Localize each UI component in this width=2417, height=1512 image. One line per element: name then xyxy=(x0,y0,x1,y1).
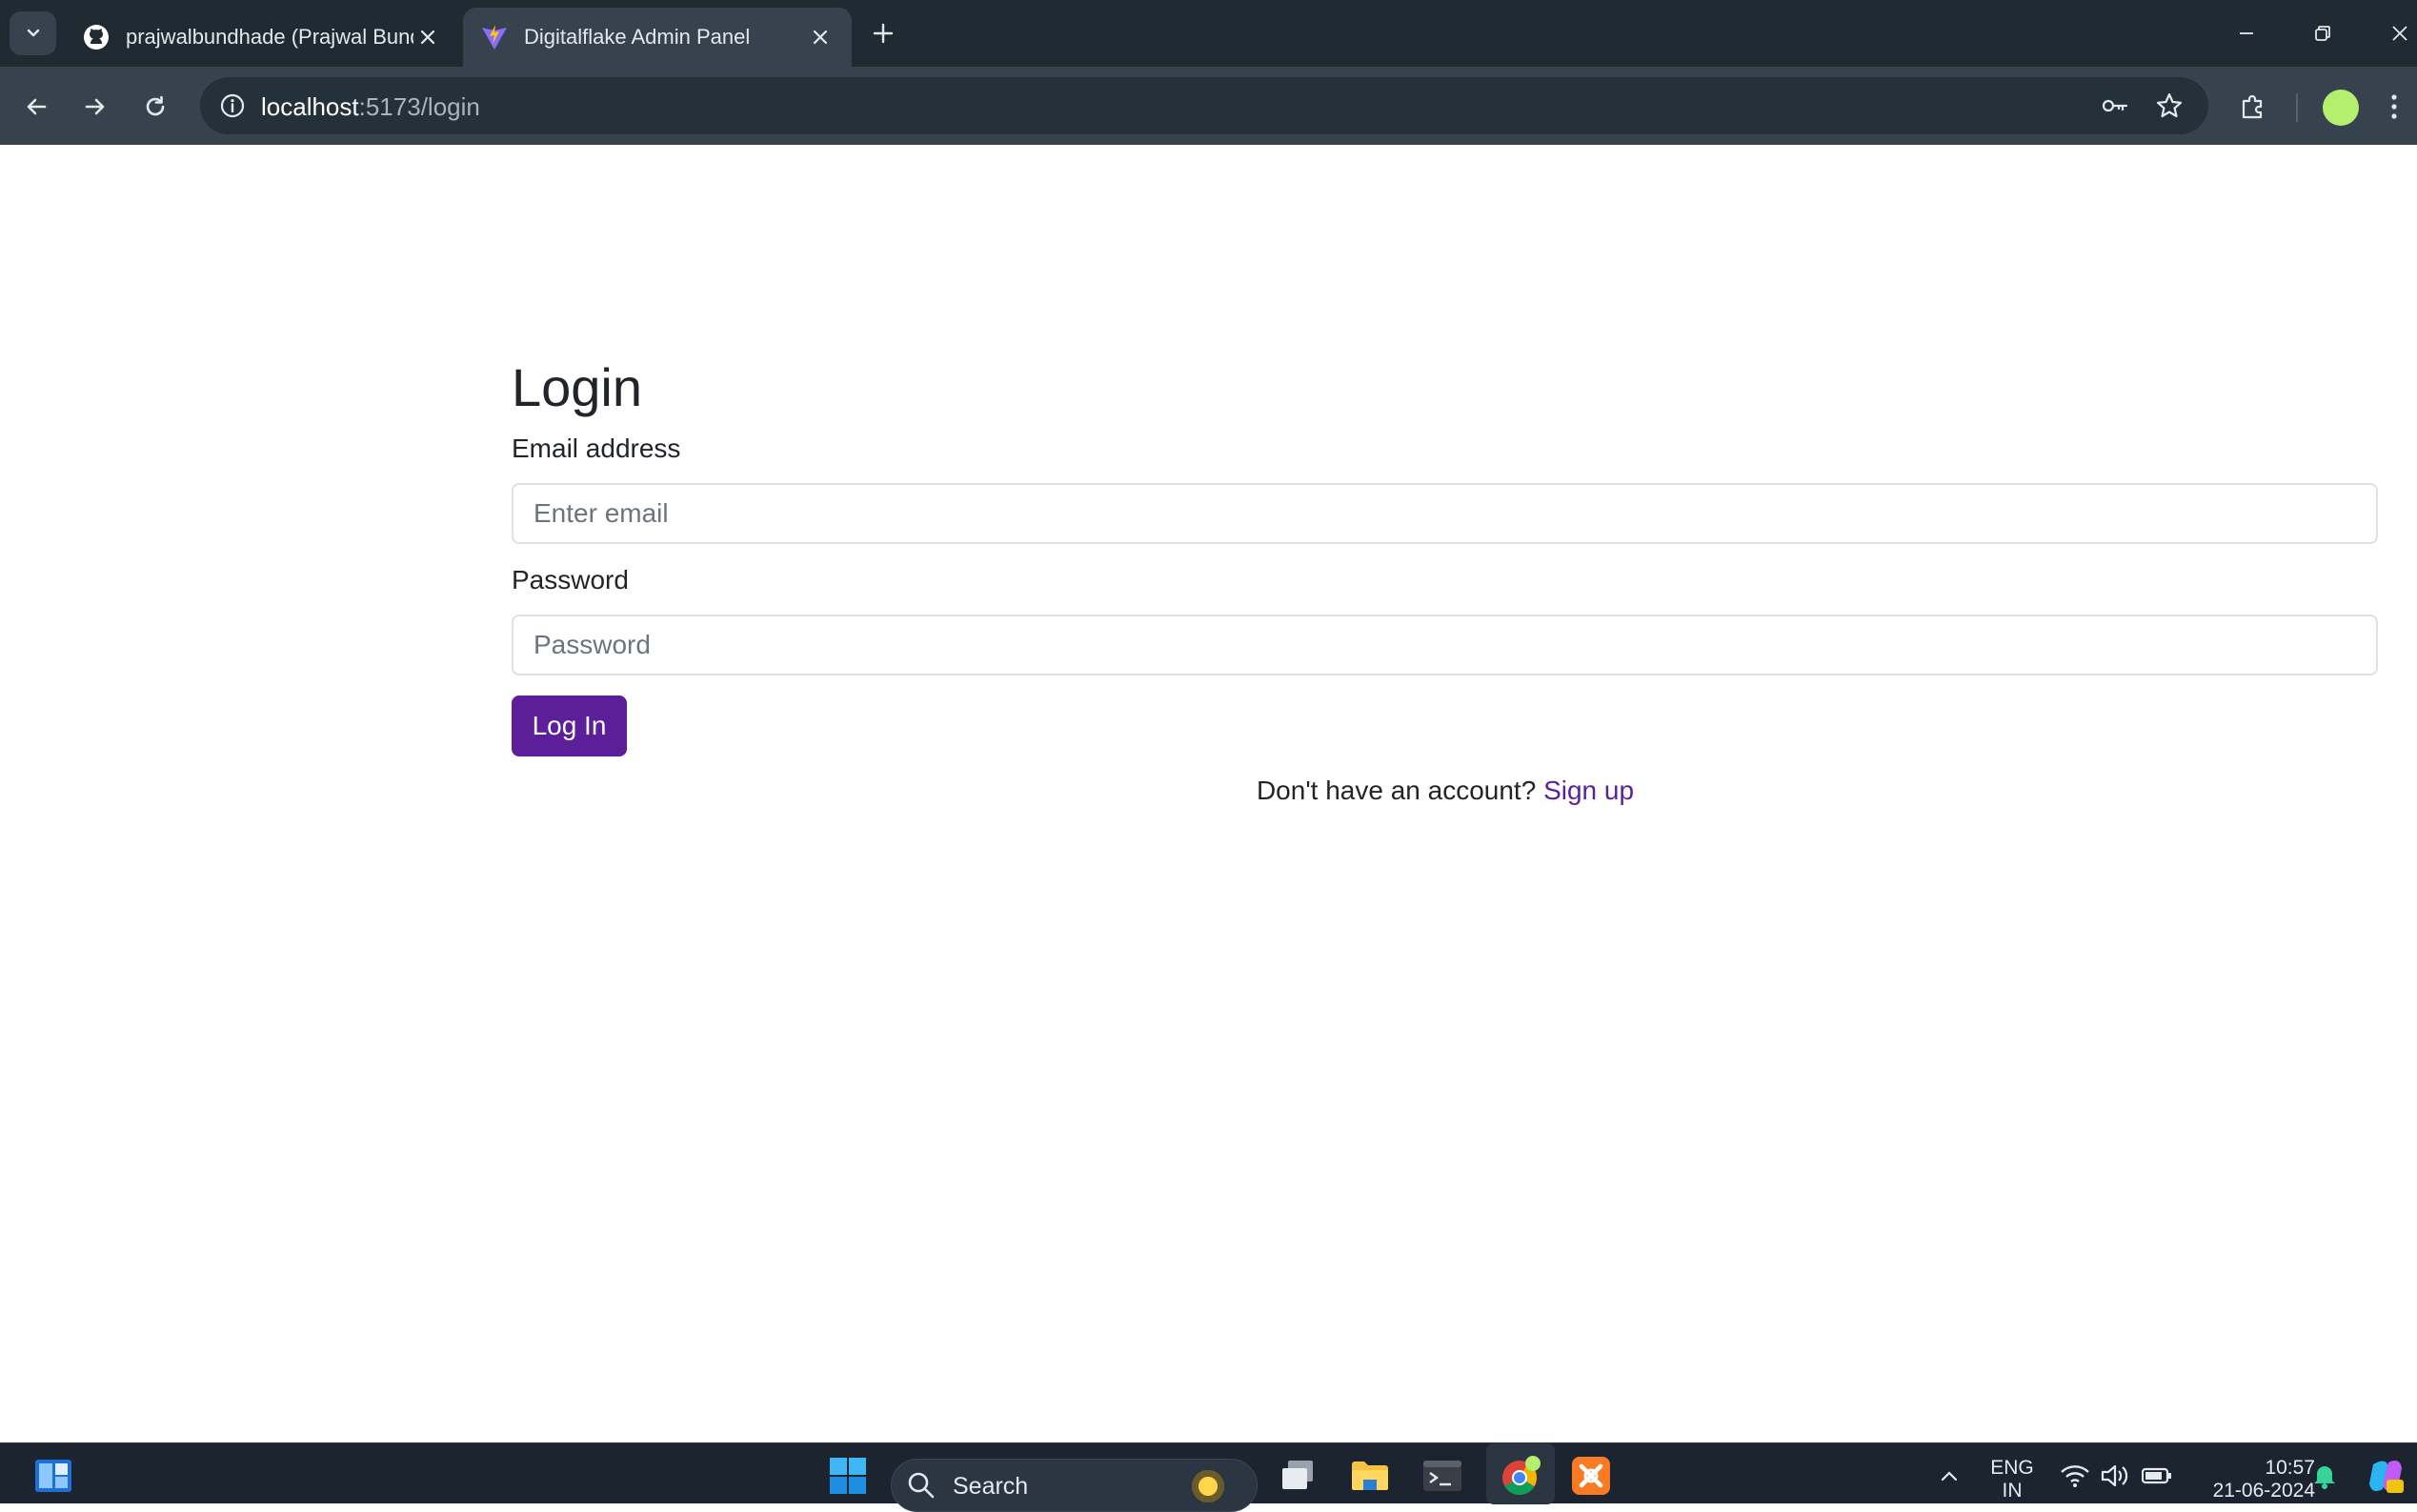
address-bar[interactable]: localhost:5173/login xyxy=(200,77,2208,134)
vite-icon xyxy=(482,25,507,50)
chrome-button[interactable] xyxy=(1498,1453,1543,1499)
show-hidden-icons-button[interactable] xyxy=(1926,1453,1972,1499)
reload-button[interactable] xyxy=(134,86,176,128)
language-indicator[interactable]: ENG IN xyxy=(1982,1457,2043,1502)
tab-search-button[interactable] xyxy=(10,11,56,55)
search-label: Search xyxy=(953,1473,1029,1500)
language-code: ENG xyxy=(1990,1457,2034,1479)
chevron-down-icon xyxy=(27,29,39,37)
password-field[interactable] xyxy=(512,615,2378,675)
toolbar-divider xyxy=(2296,93,2298,122)
search-highlight-icon xyxy=(1189,1467,1227,1505)
task-view-button[interactable] xyxy=(1275,1453,1320,1499)
tab-strip: prajwalbundhade (Prajwal Bundhade) Digit… xyxy=(0,0,2417,67)
restore-button[interactable] xyxy=(2302,13,2344,53)
start-button[interactable] xyxy=(825,1453,871,1499)
plus-icon xyxy=(873,23,894,44)
forward-button[interactable] xyxy=(74,86,116,128)
signup-prompt-row: Don't have an account? Sign up xyxy=(0,776,2417,806)
terminal-icon xyxy=(1423,1461,1461,1491)
xampp-button[interactable] xyxy=(1568,1453,1614,1499)
reload-icon xyxy=(146,95,165,116)
more-vert-icon xyxy=(2391,94,2397,119)
close-icon xyxy=(2392,26,2407,41)
region-code: IN xyxy=(2002,1480,2023,1502)
login-button[interactable]: Log In xyxy=(512,696,627,756)
back-button[interactable] xyxy=(15,86,57,128)
arrow-right-icon xyxy=(85,98,105,115)
tab-title: prajwalbundhade (Prajwal Bundhade) xyxy=(126,25,413,49)
terminal-button[interactable] xyxy=(1420,1453,1465,1499)
minimize-button[interactable] xyxy=(2226,13,2267,53)
menu-button[interactable] xyxy=(2380,86,2408,128)
close-icon[interactable] xyxy=(806,23,835,51)
tab-github[interactable]: prajwalbundhade (Prajwal Bundhade) xyxy=(65,8,459,67)
folder-icon xyxy=(1352,1462,1388,1490)
password-manager-button[interactable] xyxy=(2096,87,2134,125)
xampp-icon xyxy=(1572,1457,1610,1495)
puzzle-icon xyxy=(2242,94,2263,119)
widgets-button[interactable] xyxy=(30,1453,76,1499)
close-window-button[interactable] xyxy=(2379,13,2417,53)
page-content: Login Email address Password Log In Don'… xyxy=(0,145,2417,1442)
taskbar: Search ENG IN 10:57 21-06-2024 xyxy=(0,1442,2417,1512)
info-icon xyxy=(220,93,245,118)
url-path: :5173/login xyxy=(358,92,480,121)
url-text: localhost:5173/login xyxy=(261,92,480,122)
copilot-button[interactable] xyxy=(2363,1453,2408,1499)
task-view-icon xyxy=(1282,1461,1313,1489)
github-icon xyxy=(84,25,109,50)
battery-icon xyxy=(2142,1467,2171,1484)
tab-digitalflake-admin[interactable]: Digitalflake Admin Panel xyxy=(463,8,852,67)
password-label: Password xyxy=(512,565,629,595)
clock[interactable]: 10:57 21-06-2024 xyxy=(2191,1457,2315,1502)
windows-icon xyxy=(830,1458,866,1494)
file-explorer-button[interactable] xyxy=(1347,1453,1393,1499)
url-host: localhost xyxy=(261,92,359,121)
bookmark-button[interactable] xyxy=(2150,87,2188,125)
minimize-icon xyxy=(2240,32,2253,34)
signup-prompt-text: Don't have an account? xyxy=(1256,776,1537,805)
volume-status[interactable] xyxy=(2092,1453,2138,1499)
new-tab-button[interactable] xyxy=(865,15,901,51)
bell-icon xyxy=(2314,1466,2335,1489)
page-title: Login xyxy=(512,357,643,417)
search-icon xyxy=(908,1472,935,1499)
wifi-status[interactable] xyxy=(2052,1453,2098,1499)
copilot-icon xyxy=(2369,1461,2404,1493)
widgets-icon xyxy=(35,1460,71,1492)
chevron-up-icon xyxy=(1941,1471,1958,1482)
wifi-icon xyxy=(2061,1465,2089,1487)
email-label: Email address xyxy=(512,433,681,463)
restore-icon xyxy=(2315,26,2330,41)
taskbar-search[interactable]: Search xyxy=(891,1459,1258,1512)
extensions-button[interactable] xyxy=(2232,86,2274,128)
email-field[interactable] xyxy=(512,483,2378,544)
close-icon[interactable] xyxy=(413,23,442,51)
clock-date: 21-06-2024 xyxy=(2212,1480,2315,1502)
volume-icon xyxy=(2101,1464,2128,1487)
battery-status[interactable] xyxy=(2134,1453,2180,1499)
clock-time: 10:57 xyxy=(2265,1457,2315,1479)
tab-title: Digitalflake Admin Panel xyxy=(524,25,751,49)
key-icon xyxy=(2102,99,2128,112)
signup-link[interactable]: Sign up xyxy=(1543,776,1634,805)
arrow-left-icon xyxy=(27,98,47,115)
star-icon xyxy=(2156,92,2183,118)
chrome-icon xyxy=(1502,1456,1541,1496)
browser-toolbar: localhost:5173/login xyxy=(0,67,2417,145)
profile-avatar[interactable] xyxy=(2323,90,2359,126)
site-info-button[interactable] xyxy=(213,87,252,125)
notifications-button[interactable] xyxy=(2302,1453,2347,1499)
